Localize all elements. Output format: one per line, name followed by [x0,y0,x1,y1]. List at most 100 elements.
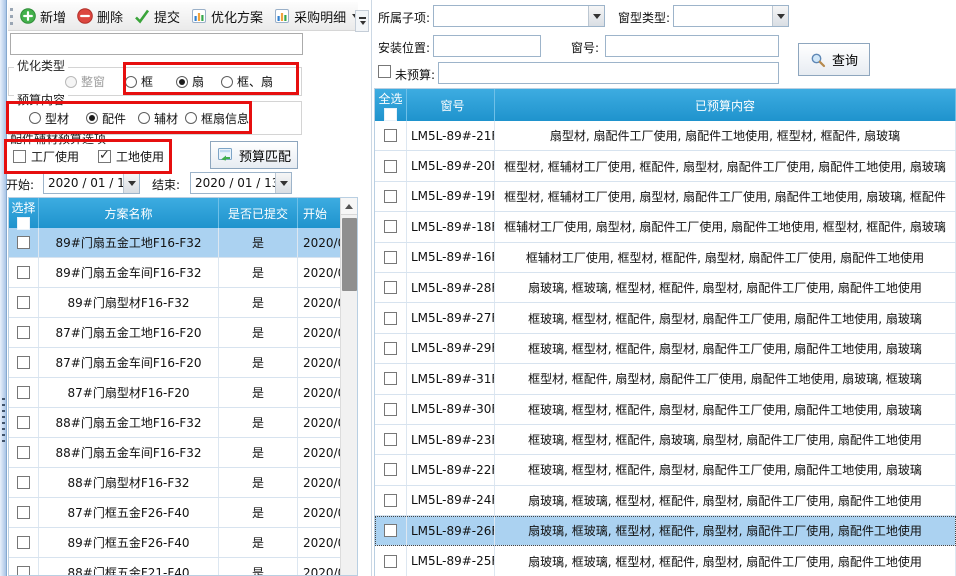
window-type-dropdown-button[interactable] [772,6,788,26]
budget-table-row[interactable]: LM5L-89#-21F19扇型材, 扇配件工厂使用, 扇配件工地使用, 框型材… [375,121,956,151]
budget-table-row[interactable]: LM5L-89#-24F22扇玻璃, 框玻璃, 框型材, 框配件, 扇型材, 扇… [375,486,956,516]
window-no-column-header[interactable]: 窗号 [407,89,495,121]
plan-table-row[interactable]: 87#门扇五金工地F16-F20是2020/0 [9,318,357,348]
budget-row-checkbox[interactable] [384,160,397,173]
plan-row-checkbox[interactable] [17,266,30,279]
plan-row-checkbox[interactable] [17,296,30,309]
plan-table-row[interactable]: 87#门框五金F26-F40是2020/0 [9,498,357,528]
budget-table-row[interactable]: LM5L-89#-30F28框玻璃, 框型材, 框配件, 扇型材, 扇配件工厂使… [375,395,956,425]
submit-button[interactable]: 提交 [134,7,180,26]
budget-row-checkbox[interactable] [384,463,397,476]
budget-row-checkbox[interactable] [384,403,397,416]
optimize-plan-button[interactable]: 优化方案 [191,7,263,26]
budget-table-row[interactable]: LM5L-89#-19F17框型材, 框辅材工厂使用, 扇型材, 扇配件工厂使用… [375,182,956,212]
plan-row-checkbox[interactable] [17,236,30,249]
no-budget-checkbox[interactable] [378,65,391,78]
plan-name-column-header[interactable]: 方案名称 [39,198,219,228]
budget-row-checkbox[interactable] [384,524,397,537]
radio-accessory[interactable]: 配件 [86,110,126,127]
plan-table-row[interactable]: 87#门扇型材F16-F20是2020/0 [9,378,357,408]
budget-table-row[interactable]: LM5L-89#-20F18框型材, 框辅材工厂使用, 框配件, 扇型材, 扇配… [375,151,956,181]
end-date-dropdown-button[interactable] [275,173,291,193]
budget-match-button[interactable]: 预算匹配 [210,141,298,169]
plan-table-row[interactable]: 89#门扇五金工地F16-F32是2020/0 [9,228,357,258]
sub-item-dropdown-button[interactable] [588,6,604,26]
radio-frame-sash[interactable]: 框、扇 [221,73,273,90]
budget-table-row[interactable]: LM5L-89#-18F16框辅材工厂使用, 扇型材, 扇配件工厂使用, 扇配件… [375,212,956,242]
budget-row-checkbox[interactable] [384,312,397,325]
radio-auxiliary-radio-icon [138,112,150,124]
checkbox-site-use[interactable]: 工地使用 [98,148,164,165]
radio-auxiliary[interactable]: 辅材 [138,110,178,127]
window-type-select[interactable] [673,5,789,27]
plan-row-checkbox[interactable] [17,536,30,549]
purchase-detail-button[interactable]: 采购明细 [274,7,358,26]
budget-table-row[interactable]: LM5L-89#-27F25框玻璃, 框型材, 框配件, 扇型材, 扇配件工厂使… [375,303,956,333]
plan-table-row[interactable]: 88#门框五金F21-F40是2020/0 [9,558,357,576]
plan-row-checkbox[interactable] [17,446,30,459]
collapsed-splitter[interactable] [0,0,7,576]
budget-table-row[interactable]: LM5L-89#-22F20框玻璃, 框型材, 框配件, 扇型材, 扇配件工厂使… [375,455,956,485]
budgeted-content-cell: 扇玻璃, 框玻璃, 框型材, 框配件, 扇型材, 扇配件工厂使用, 扇配件工地使… [495,516,956,545]
budget-row-checkbox[interactable] [384,494,397,507]
scrollbar-thumb[interactable] [342,218,357,291]
budget-row-checkbox[interactable] [384,129,397,142]
radio-profile[interactable]: 型材 [29,110,69,127]
plan-table-row[interactable]: 88#门扇五金车间F16-F32是2020/0 [9,438,357,468]
budget-row-checkbox[interactable] [384,251,397,264]
plan-row-checkbox[interactable] [17,416,30,429]
add-button[interactable]: 新增 [20,7,66,26]
plan-table-scrollbar[interactable] [340,198,357,575]
budget-row-checkbox[interactable] [384,433,397,446]
budget-row-checkbox[interactable] [384,190,397,203]
plan-row-checkbox[interactable] [17,356,30,369]
plan-row-select-cell [9,288,39,317]
select-all-plans-checkbox[interactable] [17,217,30,230]
delete-button[interactable]: 删除 [77,7,123,26]
window-no-input[interactable] [605,35,779,57]
start-date-picker[interactable]: 2020 / 01 / 1 [43,172,140,194]
plan-row-checkbox[interactable] [17,386,30,399]
plan-row-checkbox[interactable] [17,326,30,339]
submitted-column-header[interactable]: 是否已提交 [219,198,298,228]
plan-row-checkbox[interactable] [17,506,30,519]
radio-sash[interactable]: 扇 [176,73,204,90]
plan-table-row[interactable]: 89#门框五金F26-F40是2020/0 [9,528,357,558]
plan-table-row[interactable]: 88#门扇型材F16-F32是2020/0 [9,468,357,498]
budget-table-row[interactable]: LM5L-89#-25F23扇玻璃, 框玻璃, 框型材, 框配件, 扇型材, 扇… [375,546,956,576]
toolbar-overflow-button[interactable] [355,10,369,32]
plan-table-row[interactable]: 89#门扇型材F16-F32是2020/0 [9,288,357,318]
select-all-windows-checkbox[interactable] [384,108,397,121]
budget-table-row[interactable]: LM5L-89#-23F21框玻璃, 框型材, 框配件, 扇玻璃, 扇型材, 扇… [375,425,956,455]
plan-table-row[interactable]: 88#门扇五金工地F16-F32是2020/0 [9,408,357,438]
start-date-dropdown-button[interactable] [123,173,139,193]
plan-row-checkbox[interactable] [17,476,30,489]
query-button[interactable]: 查询 [798,43,870,76]
budget-table-row[interactable]: LM5L-89#-28F26扇玻璃, 框玻璃, 框型材, 框配件, 扇型材, 扇… [375,273,956,303]
radio-frame-sash-info[interactable]: 框扇信息 [185,110,249,127]
budgeted-content-cell: 扇玻璃, 框玻璃, 框型材, 框配件, 扇型材, 扇配件工厂使用, 扇配件工地使… [495,546,956,575]
plan-table-row[interactable]: 87#门扇五金车间F16-F20是2020/0 [9,348,357,378]
budget-row-checkbox[interactable] [384,555,397,568]
budgeted-content-column-header[interactable]: 已预算内容 [495,89,956,121]
scroll-up-button[interactable] [341,198,357,215]
install-position-input[interactable] [433,35,541,57]
budget-table-row[interactable]: LM5L-89#-16F15框辅材工厂使用, 框型材, 框配件, 扇型材, 扇配… [375,243,956,273]
toolbar-grip[interactable] [10,8,13,25]
budget-row-checkbox[interactable] [384,281,397,294]
budget-row-checkbox[interactable] [384,220,397,233]
budget-row-checkbox[interactable] [384,372,397,385]
no-budget-input[interactable] [438,62,779,84]
plan-filter-input[interactable] [10,33,303,55]
budget-table-row[interactable]: LM5L-89#-29F27框玻璃, 框型材, 框配件, 扇型材, 扇配件工厂使… [375,334,956,364]
sub-item-select[interactable] [433,5,605,27]
end-date-picker[interactable]: 2020 / 01 / 13 [190,172,292,194]
plan-row-checkbox[interactable] [17,566,30,576]
budget-table-row[interactable]: LM5L-89#-31F29框型材, 框配件, 扇型材, 扇配件工厂使用, 扇配… [375,364,956,394]
plan-submitted-cell: 是 [219,468,298,497]
budget-row-checkbox[interactable] [384,342,397,355]
budget-table-row[interactable]: LM5L-89#-26F24扇玻璃, 框玻璃, 框型材, 框配件, 扇型材, 扇… [375,516,956,546]
radio-frame[interactable]: 框 [125,73,153,90]
plan-table-row[interactable]: 89#门扇五金车间F16-F32是2020/0 [9,258,357,288]
checkbox-factory-use[interactable]: 工厂使用 [13,148,79,165]
